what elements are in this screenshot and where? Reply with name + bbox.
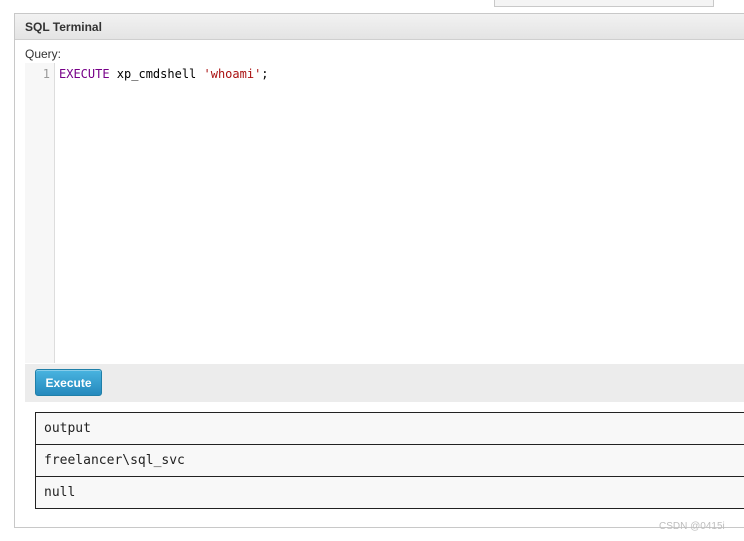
sql-terminator: ; [261,67,269,81]
table-cell: freelancer\sql_svc [35,444,744,477]
sql-command: xp_cmdshell [109,67,204,81]
watermark: CSDN @0415i [659,521,725,532]
results-table: output freelancer\sql_svc null [35,412,744,509]
table-row: null [35,476,744,509]
table-row: output [35,412,744,445]
table-cell: output [35,412,744,445]
button-bar: Execute [25,364,744,402]
panel-title: SQL Terminal [15,14,744,40]
sql-terminal-panel: SQL Terminal Query: 1 EXECUTE xp_cmdshel… [14,13,744,528]
code-line[interactable]: EXECUTE xp_cmdshell 'whoami'; [59,67,269,81]
table-cell: null [35,476,744,509]
query-editor[interactable]: 1 EXECUTE xp_cmdshell 'whoami'; [25,63,744,363]
sql-string: 'whoami' [203,67,262,81]
line-number: 1 [42,67,50,81]
sql-keyword: EXECUTE [59,67,110,81]
line-gutter: 1 [25,63,55,363]
table-row: freelancer\sql_svc [35,444,744,477]
execute-button[interactable]: Execute [35,369,102,396]
query-label: Query: [25,47,62,61]
top-tab[interactable] [494,0,714,7]
